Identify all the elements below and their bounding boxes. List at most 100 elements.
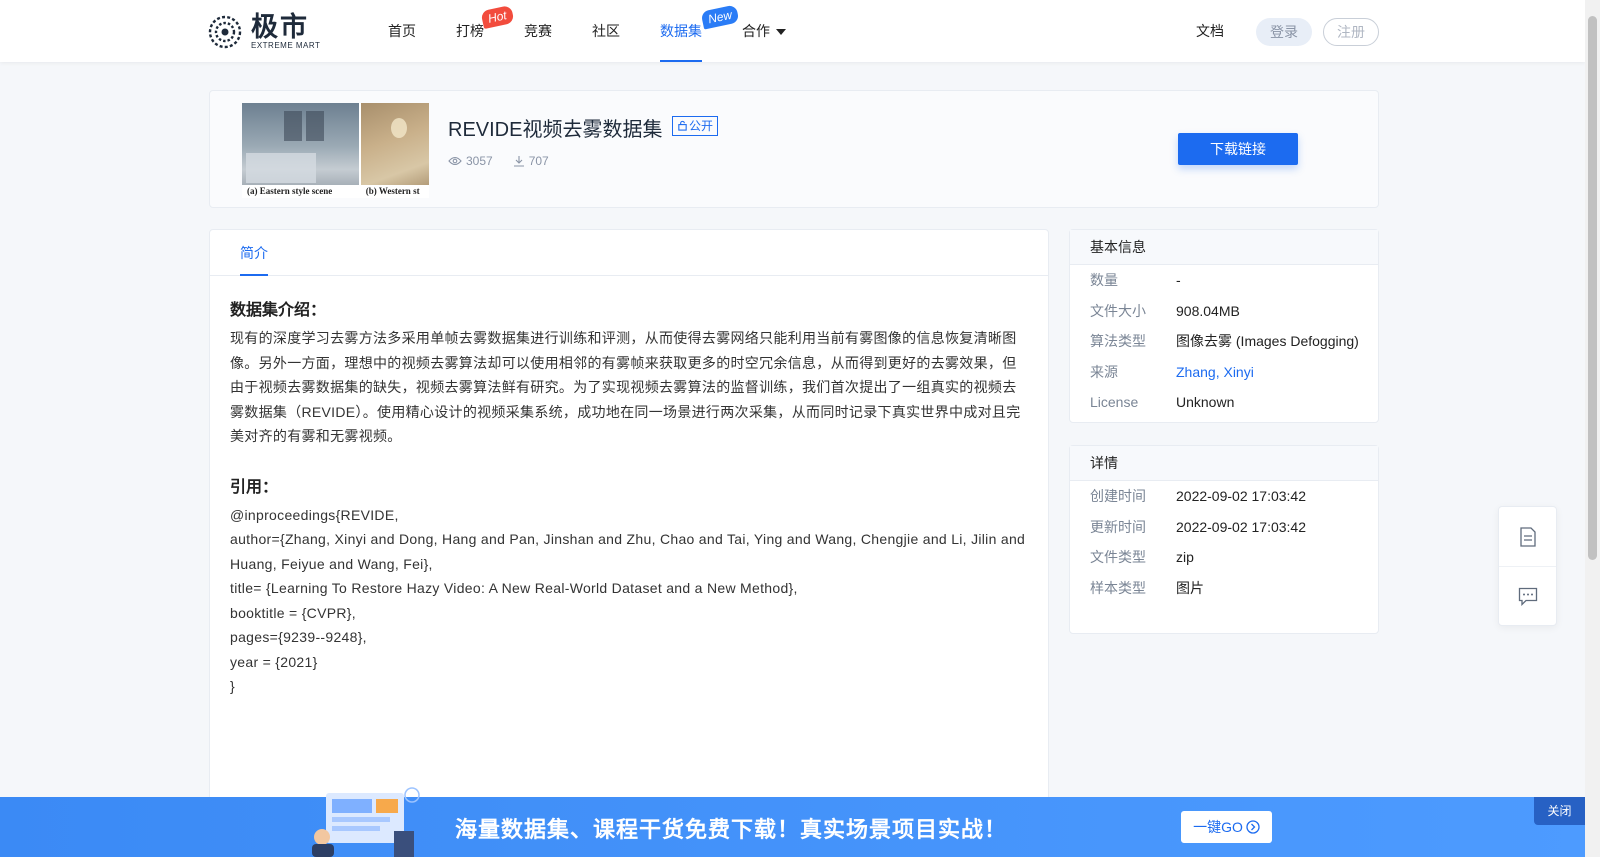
feedback-button[interactable] (1499, 566, 1556, 625)
detail-row-created: 创建时间 2022-09-02 17:03:42 (1070, 481, 1378, 512)
info-key: 数量 (1090, 272, 1118, 289)
info-key: 来源 (1090, 363, 1118, 380)
page-scrollbar[interactable] (1585, 0, 1600, 857)
register-button[interactable]: 注册 (1323, 18, 1379, 46)
detail-value: 2022-09-02 17:03:42 (1176, 488, 1306, 505)
info-value: Unknown (1176, 394, 1235, 411)
banner-go-label: 一键GO (1193, 819, 1243, 835)
info-key: License (1090, 394, 1139, 411)
dataset-stats: 3057 707 (448, 154, 569, 168)
detail-key: 文件类型 (1090, 549, 1146, 566)
info-row-source: 来源 Zhang, Xinyi (1070, 357, 1378, 388)
thumbnail-eastern-scene: (a) Eastern style scene (242, 103, 359, 198)
info-value: 908.04MB (1176, 302, 1240, 319)
dataset-thumbnail: (a) Eastern style scene (b) Western st (242, 103, 429, 198)
info-row-algorithm: 算法类型 图像去雾 (Images Defogging) (1070, 326, 1378, 357)
detail-row-sample-type: 样本类型 图片 (1070, 573, 1378, 604)
scrollbar-thumb[interactable] (1588, 16, 1597, 560)
details-heading: 详情 (1070, 446, 1378, 481)
caret-down-icon (776, 29, 786, 36)
views-stat: 3057 (448, 154, 493, 168)
detail-key: 更新时间 (1090, 518, 1146, 535)
dataset-title: REVIDE视频去雾数据集 (448, 119, 663, 141)
citation-line: } (230, 678, 235, 694)
nav-label: 合作 (742, 23, 770, 39)
info-key: 算法类型 (1090, 333, 1146, 350)
nav-item-competition[interactable]: 竞赛 (524, 0, 552, 62)
logo-text-cn: 极市 (251, 12, 309, 42)
download-link-button[interactable]: 下载链接 (1178, 133, 1298, 165)
views-count: 3057 (466, 154, 493, 168)
thumbnail-caption-b: (b) Western st (360, 185, 429, 198)
promo-banner: 海量数据集、课程干货免费下载！真实场景项目实战！ 一键GO 关闭 (0, 787, 1585, 857)
floating-toolbar (1498, 506, 1557, 626)
info-value: - (1176, 272, 1181, 289)
detail-value: 图片 (1176, 579, 1204, 596)
top-navbar: 极市 EXTREME MART 首页 打榜 Hot 竞赛 社区 数据集 New … (0, 0, 1585, 62)
login-button[interactable]: 登录 (1256, 18, 1312, 46)
new-badge: New (700, 4, 740, 30)
detail-value: zip (1176, 549, 1194, 566)
banner-go-button[interactable]: 一键GO (1181, 811, 1272, 843)
intro-body: 现有的深度学习去雾方法多采用单帧去雾数据集进行训练和评测，从而使得去雾网络只能利… (230, 330, 1021, 444)
detail-key: 样本类型 (1090, 579, 1146, 596)
download-icon (513, 156, 524, 167)
downloads-count: 707 (528, 154, 549, 168)
document-button[interactable] (1499, 507, 1556, 566)
eye-icon (448, 156, 462, 166)
citation-line: author={Zhang, Xinyi and Dong, Hang and … (230, 531, 1026, 572)
banner-title: 海量数据集、课程干货免费下载！真实场景项目实战！ (455, 817, 1008, 842)
logo-mark-icon (207, 14, 243, 50)
basic-info-card: 基本信息 数量 - 文件大小 908.04MB 算法类型 图像去雾 (Images D… (1069, 229, 1379, 423)
lock-open-icon (678, 120, 687, 131)
nav-label: 打榜 (456, 23, 484, 39)
detail-row-updated: 更新时间 2022-09-02 17:03:42 (1070, 512, 1378, 543)
nav-label: 竞赛 (524, 23, 552, 39)
logo-text-en: EXTREME MART (251, 41, 321, 50)
info-row-count: 数量 - (1070, 265, 1378, 296)
nav-label: 首页 (388, 23, 416, 39)
detail-value: 2022-09-02 17:03:42 (1176, 518, 1306, 535)
detail-row-file-type: 文件类型 zip (1070, 542, 1378, 573)
nav-item-leaderboard[interactable]: 打榜 Hot (456, 0, 515, 62)
detail-key: 创建时间 (1090, 488, 1146, 505)
info-value: 图像去雾 (Images Defogging) (1176, 333, 1359, 350)
citation-line: @inproceedings{REVIDE, (230, 506, 399, 523)
nav-label: 社区 (592, 23, 620, 39)
citation-line: year = {2021} (230, 653, 318, 670)
thumbnail-western-scene: (b) Western st (360, 103, 429, 198)
downloads-stat: 707 (513, 154, 549, 168)
chat-icon (1518, 587, 1537, 606)
banner-close-button[interactable]: 关闭 (1534, 797, 1585, 825)
details-card: 详情 创建时间 2022-09-02 17:03:42 更新时间 2022-09-0… (1069, 445, 1379, 634)
hot-badge: Hot (480, 5, 515, 29)
main-nav: 首页 打榜 Hot 竞赛 社区 数据集 New 合作 (388, 0, 826, 62)
content-tabs: 简介 (210, 230, 1048, 276)
intro-heading: 数据集介绍： (230, 302, 327, 319)
basic-info-heading: 基本信息 (1070, 230, 1378, 265)
citation-line: booktitle = {CVPR}, (230, 604, 356, 621)
banner-illustration (310, 787, 420, 857)
nav-item-datasets[interactable]: 数据集 New (660, 0, 740, 62)
citation-line: title= {Learning To Restore Hazy Video: … (230, 580, 798, 596)
info-row-license: License Unknown (1070, 387, 1378, 418)
nav-item-home[interactable]: 首页 (388, 0, 416, 62)
intro-content: 数据集介绍： 现有的深度学习去雾方法多采用单帧去雾数据集进行训练和评测，从而使得… (210, 276, 1048, 699)
tab-intro[interactable]: 简介 (240, 230, 268, 276)
visibility-badge: 公开 (672, 116, 719, 136)
arrow-circle-right-icon (1246, 820, 1260, 834)
dataset-content-card: 简介 数据集介绍： 现有的深度学习去雾方法多采用单帧去雾数据集进行训练和评测，从… (209, 229, 1049, 857)
info-row-file-size: 文件大小 908.04MB (1070, 296, 1378, 327)
citation-line: pages={9239--9248}, (230, 629, 367, 645)
nav-item-cooperation[interactable]: 合作 (742, 0, 786, 62)
citation-heading: 引用： (230, 478, 279, 496)
source-link[interactable]: Zhang, Xinyi (1176, 364, 1254, 380)
nav-item-community[interactable]: 社区 (592, 0, 620, 62)
thumbnail-caption-a: (a) Eastern style scene (242, 185, 359, 198)
nav-label: 数据集 (660, 23, 702, 39)
docs-link[interactable]: 文档 (1196, 0, 1224, 62)
info-key: 文件大小 (1090, 302, 1146, 319)
site-logo[interactable]: 极市 EXTREME MART (207, 12, 320, 52)
dataset-header-card: (a) Eastern style scene (b) Western st R… (209, 90, 1379, 208)
document-icon (1519, 526, 1536, 547)
